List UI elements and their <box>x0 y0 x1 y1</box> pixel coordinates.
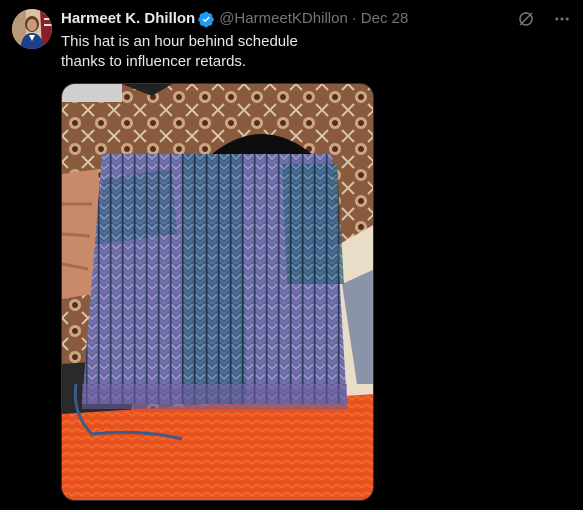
tweet-media-photo[interactable] <box>61 83 374 501</box>
tweet-text-line-1: This hat is an hour behind schedule <box>61 33 298 50</box>
verified-badge-icon <box>198 11 214 27</box>
avatar[interactable] <box>12 9 52 49</box>
separator-dot: · <box>351 10 357 27</box>
tweet-header: Harmeet K. Dhillon @HarmeetKDhillon · De… <box>61 9 408 29</box>
tweet-actions <box>515 8 573 30</box>
tweet[interactable]: Harmeet K. Dhillon @HarmeetKDhillon · De… <box>0 0 583 510</box>
display-name[interactable]: Harmeet K. Dhillon <box>61 9 195 29</box>
handle[interactable]: @HarmeetKDhillon <box>219 9 348 29</box>
tweet-text-line-2: thanks to influencer retards. <box>61 53 247 70</box>
more-options-icon[interactable] <box>551 8 573 30</box>
timestamp[interactable]: Dec 28 <box>361 9 409 29</box>
tweet-text: This hat is an hour behind schedule than… <box>61 32 521 72</box>
grok-icon[interactable] <box>515 8 537 30</box>
